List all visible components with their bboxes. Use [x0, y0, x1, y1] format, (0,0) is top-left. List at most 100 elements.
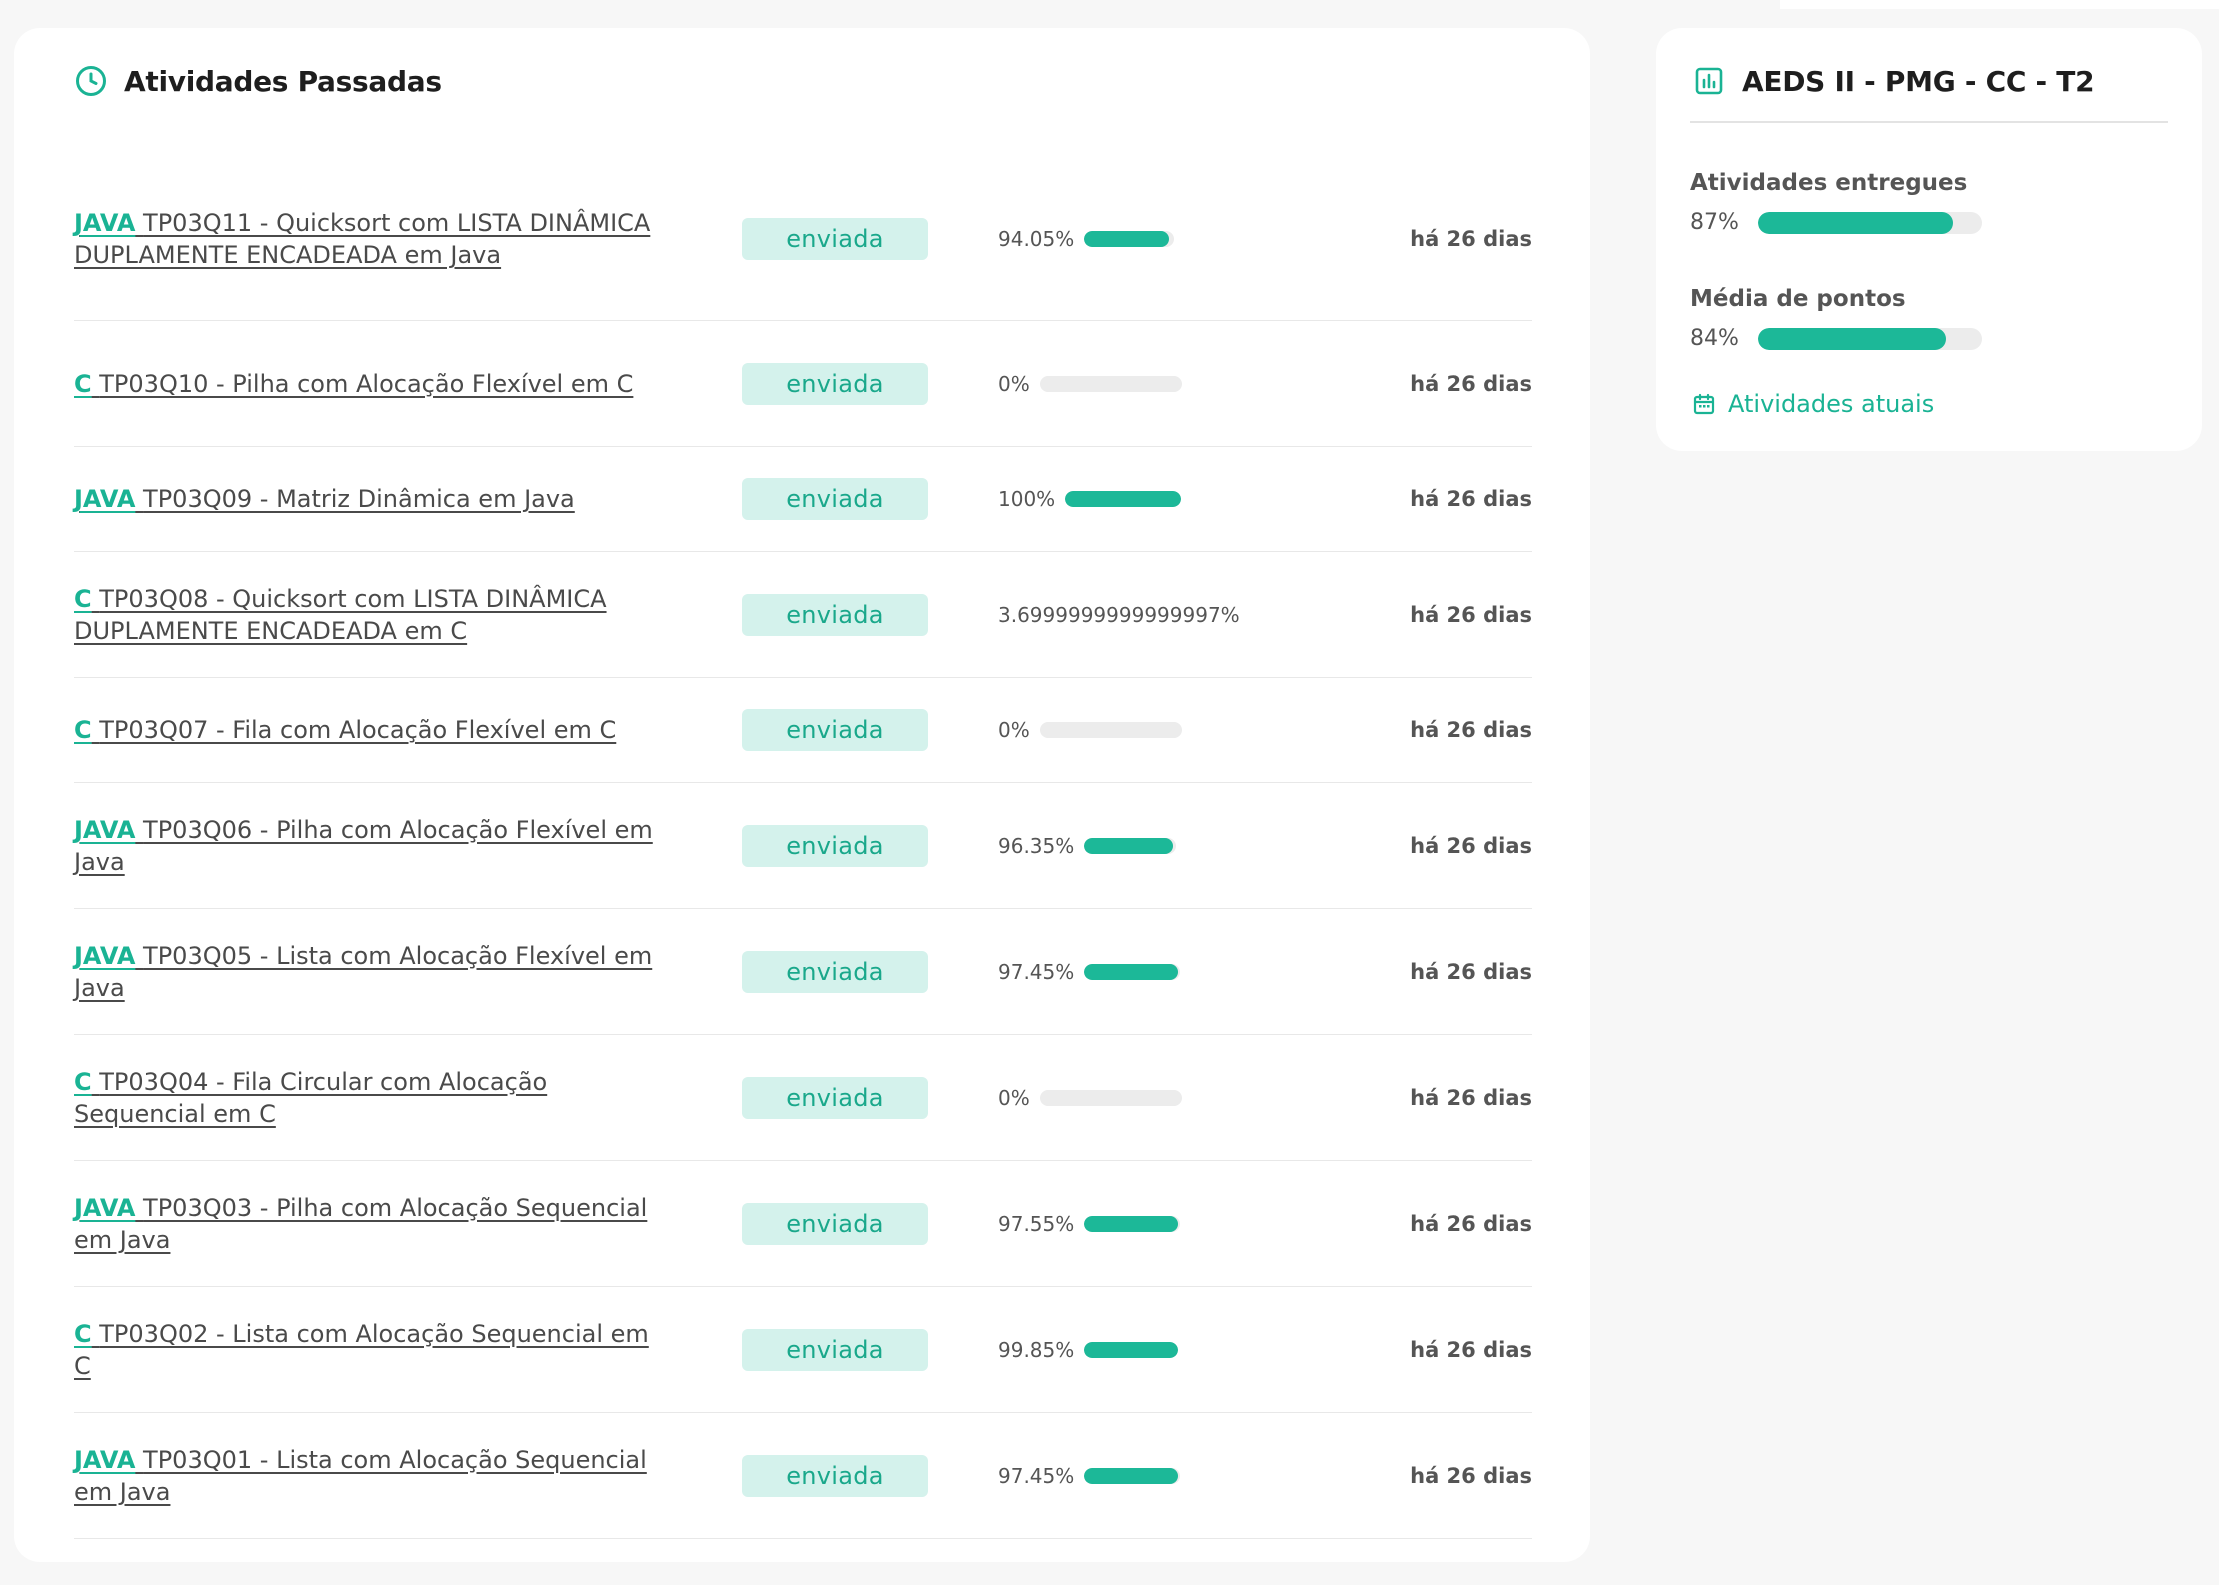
activity-row: JAVA TP03Q05 - Lista com Alocação Flexív… [74, 909, 1532, 1035]
score-bar-fill [1084, 963, 1178, 980]
score-percent: 3.6999999999999997% [998, 602, 1240, 627]
activity-link[interactable]: JAVA TP03Q09 - Matriz Dinâmica em Java [74, 483, 664, 515]
past-activities-title: Atividades Passadas [124, 64, 442, 98]
submission-date: há 26 dias [1410, 959, 1532, 984]
language-tag: C [74, 1319, 92, 1348]
activity-row: JAVA TP03Q01 - Lista com Alocação Sequen… [74, 1413, 1532, 1539]
score-progress: 97.55% [998, 1212, 1181, 1236]
delivered-row: 87% [1690, 210, 1982, 235]
activity-row: C TP03Q08 - Quicksort com LISTA DINÂMICA… [74, 552, 1532, 678]
activity-link[interactable]: C TP03Q02 - Lista com Alocação Sequencia… [74, 1318, 664, 1382]
submission-date: há 26 dias [1410, 1337, 1532, 1362]
language-tag: JAVA [74, 209, 136, 237]
activity-row: JAVA TP03Q09 - Matriz Dinâmica em Java e… [74, 447, 1532, 552]
current-activities-link[interactable]: Atividades atuais [1692, 390, 1934, 418]
score-bar [1039, 1089, 1182, 1106]
delivered-stat: Atividades entregues 87% [1690, 170, 1982, 235]
activity-link[interactable]: JAVA TP03Q06 - Pilha com Alocação Flexív… [74, 814, 664, 878]
status-badge: enviada [742, 1076, 928, 1119]
delivered-label: Atividades entregues [1690, 170, 1968, 196]
language-tag: JAVA [74, 941, 136, 970]
submission-date: há 26 dias [1410, 227, 1532, 251]
score-percent: 0% [998, 1085, 1030, 1110]
status-badge: enviada [742, 1202, 928, 1245]
status-badge: enviada [742, 1328, 928, 1371]
score-percent: 97.45% [998, 1463, 1075, 1488]
delivered-percent: 87% [1690, 210, 1739, 235]
activity-title: TP03Q08 - Quicksort com LISTA DINÂMICA D… [74, 584, 607, 645]
submission-date: há 26 dias [1410, 602, 1532, 627]
submission-date: há 26 dias [1410, 833, 1532, 858]
score-progress: 3.6999999999999997% [998, 603, 1240, 627]
activity-row: C TP03Q10 - Pilha com Alocação Flexível … [74, 321, 1532, 447]
score-percent: 97.45% [998, 959, 1075, 984]
activity-link[interactable]: C TP03Q10 - Pilha com Alocação Flexível … [74, 368, 664, 400]
status-badge: enviada [742, 218, 928, 260]
language-tag: C [74, 584, 92, 613]
activity-row: C TP03Q07 - Fila com Alocação Flexível e… [74, 678, 1532, 783]
activity-link[interactable]: C TP03Q07 - Fila com Alocação Flexível e… [74, 714, 664, 746]
score-percent: 0% [998, 718, 1030, 742]
score-bar [1084, 1341, 1179, 1358]
activity-link[interactable]: JAVA TP03Q03 - Pilha com Alocação Sequen… [74, 1192, 664, 1256]
delivered-bar-fill [1758, 211, 1953, 234]
activity-row: JAVA TP03Q06 - Pilha com Alocação Flexív… [74, 783, 1532, 909]
average-stat: Média de pontos 84% [1690, 286, 1982, 351]
score-percent: 96.35% [998, 833, 1075, 858]
score-bar [1065, 491, 1182, 507]
activity-title: TP03Q09 - Matriz Dinâmica em Java [143, 485, 575, 513]
delivered-bar [1758, 211, 1982, 234]
score-bar [1084, 1467, 1181, 1484]
score-progress: 97.45% [998, 959, 1181, 984]
average-row: 84% [1690, 326, 1982, 351]
past-activities-card: Atividades Passadas JAVA TP03Q11 - Quick… [14, 28, 1590, 1562]
clock-icon [74, 64, 108, 98]
score-bar [1039, 375, 1182, 392]
submission-date: há 26 dias [1410, 718, 1532, 742]
activity-row: C TP03Q02 - Lista com Alocação Sequencia… [74, 1287, 1532, 1413]
bar-chart-icon [1692, 64, 1726, 98]
submission-date: há 26 dias [1410, 1211, 1532, 1236]
activity-title: TP03Q03 - Pilha com Alocação Sequencial … [74, 1193, 648, 1254]
language-tag: JAVA [74, 815, 136, 844]
top-strip [1780, 0, 2219, 9]
score-percent: 100% [998, 487, 1056, 511]
score-progress: 0% [998, 718, 1182, 742]
course-summary-card: AEDS II - PMG - CC - T2 Atividades entre… [1656, 28, 2202, 451]
score-bar-fill [1084, 1215, 1178, 1232]
score-progress: 96.35% [998, 833, 1177, 858]
score-progress: 100% [998, 487, 1182, 511]
activity-row: C TP03Q04 - Fila Circular com Alocação S… [74, 1035, 1532, 1161]
activity-list: JAVA TP03Q11 - Quicksort com LISTA DINÂM… [74, 158, 1532, 1539]
course-summary-header: AEDS II - PMG - CC - T2 [1692, 64, 2095, 98]
status-badge: enviada [742, 950, 928, 993]
score-progress: 94.05% [998, 227, 1175, 251]
language-tag: JAVA [74, 1193, 136, 1222]
language-tag: JAVA [74, 1445, 136, 1474]
course-title: AEDS II - PMG - CC - T2 [1742, 64, 2095, 98]
score-progress: 0% [998, 1086, 1182, 1110]
score-bar-fill [1084, 1467, 1178, 1484]
activity-title: TP03Q07 - Fila com Alocação Flexível em … [99, 716, 617, 744]
score-percent: 0% [998, 371, 1030, 396]
status-badge: enviada [742, 478, 928, 520]
average-percent: 84% [1690, 326, 1739, 351]
activity-title: TP03Q01 - Lista com Alocação Sequencial … [74, 1445, 647, 1506]
score-percent: 94.05% [998, 227, 1075, 251]
activity-link[interactable]: JAVA TP03Q11 - Quicksort com LISTA DINÂM… [74, 207, 664, 271]
language-tag: C [74, 716, 92, 744]
activity-link[interactable]: C TP03Q04 - Fila Circular com Alocação S… [74, 1066, 664, 1130]
activity-link[interactable]: JAVA TP03Q01 - Lista com Alocação Sequen… [74, 1444, 664, 1508]
score-bar [1084, 1215, 1181, 1232]
activity-link[interactable]: JAVA TP03Q05 - Lista com Alocação Flexív… [74, 940, 664, 1004]
status-badge: enviada [742, 824, 928, 867]
activity-title: TP03Q04 - Fila Circular com Alocação Seq… [74, 1067, 548, 1128]
submission-date: há 26 dias [1410, 371, 1532, 396]
score-bar [1039, 722, 1182, 738]
activity-link[interactable]: C TP03Q08 - Quicksort com LISTA DINÂMICA… [74, 583, 664, 647]
score-bar-fill [1084, 231, 1169, 247]
score-progress: 0% [998, 372, 1182, 396]
submission-date: há 26 dias [1410, 1463, 1532, 1488]
activity-row: JAVA TP03Q11 - Quicksort com LISTA DINÂM… [74, 158, 1532, 321]
status-badge: enviada [742, 1454, 928, 1497]
